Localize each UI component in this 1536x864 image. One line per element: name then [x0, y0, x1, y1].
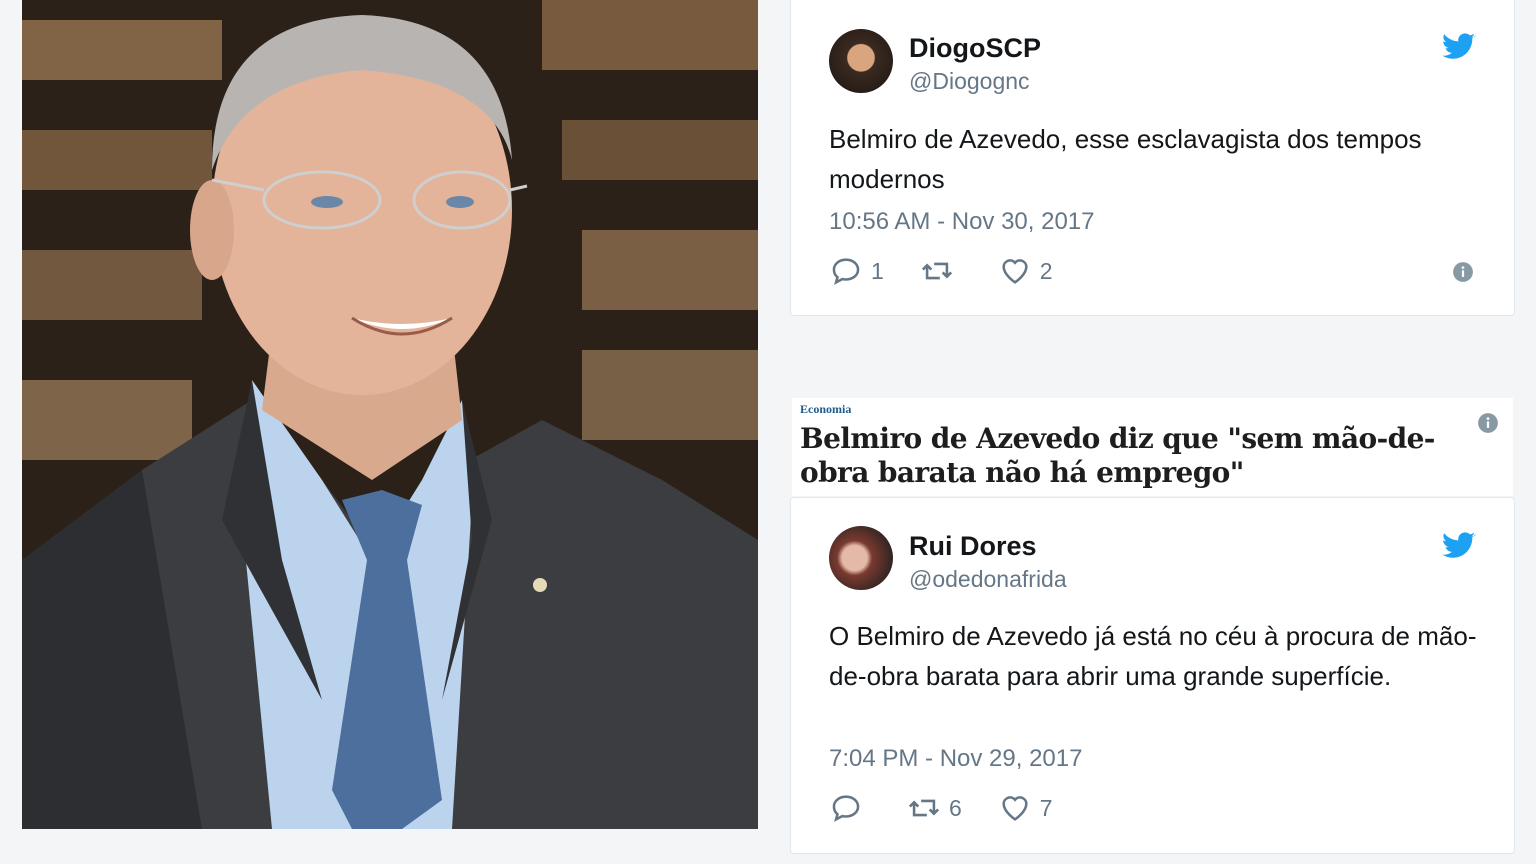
info-icon[interactable] [1452, 261, 1474, 283]
retweet-icon [908, 799, 940, 817]
article-section: Economia [800, 402, 852, 416]
info-icon[interactable] [1477, 412, 1499, 434]
tweet-card-rui-dores[interactable]: Rui Dores @odedonafrida O Belmiro de Aze… [790, 497, 1515, 854]
retweet-button[interactable] [920, 254, 962, 288]
like-count: 2 [1039, 257, 1053, 284]
reply-icon [832, 795, 860, 822]
tweet-author-name[interactable]: DiogoSCP [909, 33, 1041, 64]
tweet-text: O Belmiro de Azevedo já está no céu à pr… [829, 621, 1477, 691]
tweet-timestamp[interactable]: 10:56 AM - Nov 30, 2017 [829, 208, 1095, 236]
heart-icon [1002, 259, 1028, 284]
like-count: 7 [1039, 794, 1053, 821]
reply-icon [832, 258, 860, 285]
tweet-actions: 1 2 [829, 253, 1089, 289]
like-button[interactable]: 2 [998, 254, 1053, 288]
reply-button[interactable]: 1 [829, 254, 884, 288]
retweet-count: 6 [949, 794, 962, 821]
twitter-bird-icon[interactable] [1442, 532, 1476, 560]
tweet-actions: 6 7 [829, 790, 1089, 826]
tweet-card-diogoscp[interactable]: DiogoSCP @Diogognc Belmiro de Azevedo, e… [790, 0, 1515, 316]
retweet-icon [921, 262, 952, 280]
avatar[interactable] [829, 526, 893, 590]
reply-count: 1 [871, 257, 884, 284]
article-headline: Belmiro de Azevedo diz que "sem mão-de-o… [800, 422, 1435, 489]
tweet-timestamp[interactable]: 7:04 PM - Nov 29, 2017 [829, 745, 1082, 773]
tweet-author-handle[interactable]: @odedonafrida [909, 566, 1067, 593]
tweet-text: Belmiro de Azevedo, esse esclavagista do… [829, 124, 1422, 194]
tweet-author-name[interactable]: Rui Dores [909, 531, 1037, 562]
retweet-button[interactable]: 6 [907, 791, 962, 825]
reply-button[interactable] [829, 791, 871, 825]
tweet-author-handle[interactable]: @Diogognc [909, 68, 1030, 95]
portrait-illustration [22, 0, 758, 829]
twitter-bird-icon[interactable] [1442, 33, 1476, 61]
heart-icon [1002, 796, 1028, 821]
article-headline-clipping: Economia Belmiro de Azevedo diz que "sem… [792, 398, 1513, 496]
avatar[interactable] [829, 29, 893, 93]
portrait-photo [22, 0, 758, 829]
like-button[interactable]: 7 [998, 791, 1053, 825]
